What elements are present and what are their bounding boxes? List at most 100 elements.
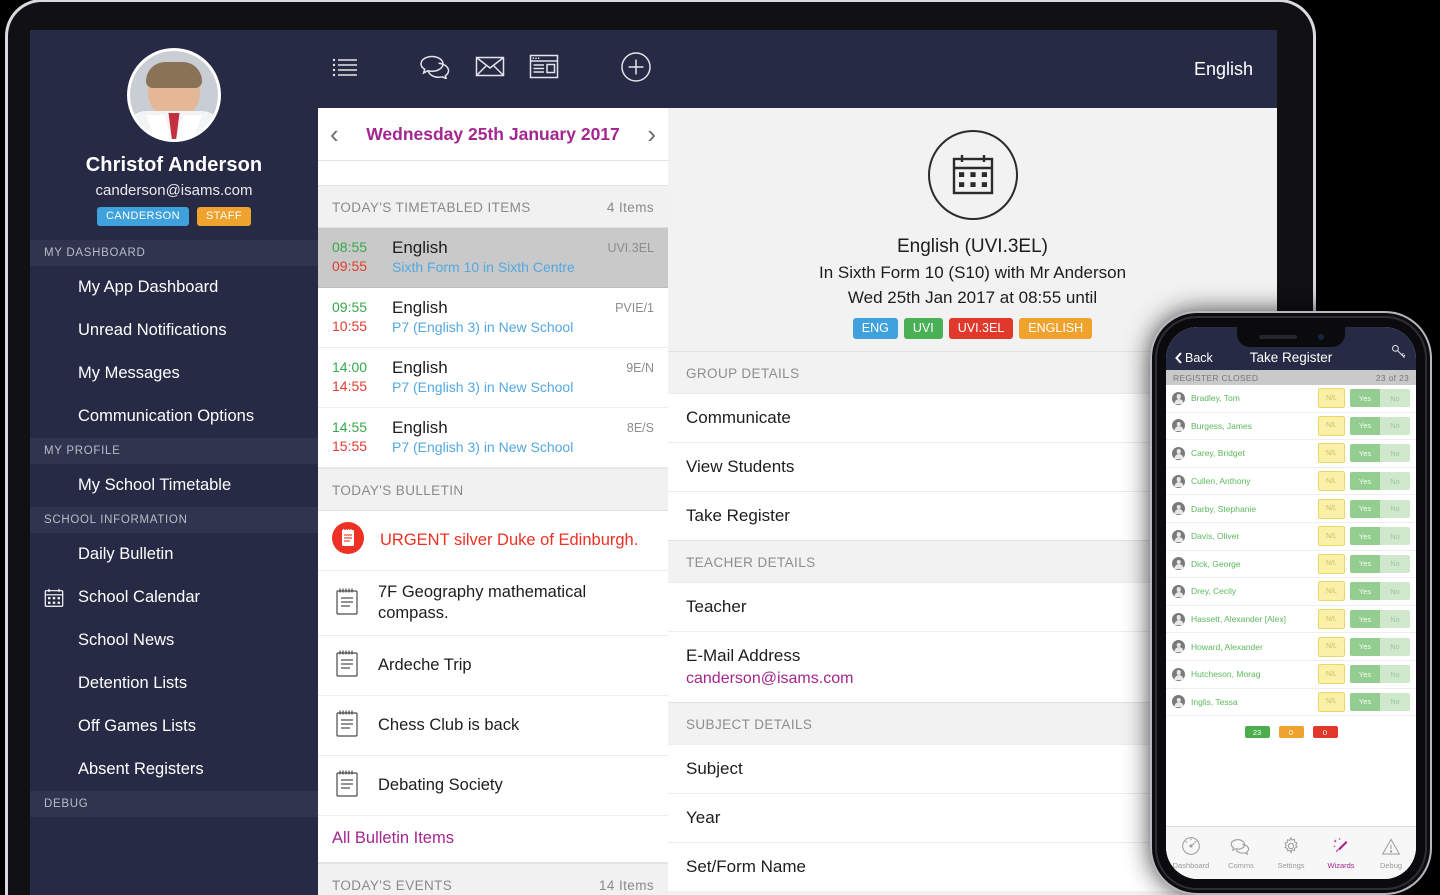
sidebar-item-label: Off Games Lists — [78, 717, 196, 735]
sidebar-item-absent-registers[interactable]: Absent Registers — [30, 748, 318, 791]
all-bulletin-items-link[interactable]: All Bulletin Items — [318, 816, 668, 863]
nl-button[interactable]: N/L — [1318, 664, 1345, 685]
tab-wizards[interactable]: Wizards — [1316, 836, 1366, 870]
tab-dashboard[interactable]: Dashboard — [1166, 836, 1216, 870]
register-row[interactable]: Darby, Stephanie N/L Yes No — [1166, 495, 1416, 523]
nl-button[interactable]: N/L — [1318, 498, 1345, 519]
no-button[interactable]: No — [1380, 582, 1410, 601]
register-row[interactable]: Davis, Oliver N/L Yes No — [1166, 523, 1416, 551]
no-button[interactable]: No — [1380, 610, 1410, 629]
nl-button[interactable]: N/L — [1318, 471, 1345, 492]
yes-button[interactable]: Yes — [1350, 499, 1380, 518]
tally-present: 23 — [1244, 726, 1270, 739]
register-row[interactable]: Inglis, Tessa N/L Yes No — [1166, 689, 1416, 717]
avatar-icon — [1172, 419, 1185, 433]
tab-debug[interactable]: Debug — [1366, 837, 1416, 870]
next-day-button[interactable]: › — [647, 121, 656, 147]
student-name: Howard, Alexander — [1191, 641, 1263, 652]
yes-button[interactable]: Yes — [1350, 692, 1380, 711]
sidebar-item-my-school-timetable[interactable]: My School Timetable — [30, 464, 318, 507]
gear-icon — [1284, 836, 1298, 854]
mail-icon[interactable] — [475, 55, 505, 83]
sidebar-item-unread-notifications[interactable]: Unread Notifications — [30, 309, 318, 352]
bulletin-row[interactable]: Debating Society — [318, 756, 668, 816]
timetable-times: 14:55 15:55 — [332, 418, 378, 456]
yes-button[interactable]: Yes — [1350, 610, 1380, 629]
no-button[interactable]: No — [1380, 472, 1410, 491]
nl-button[interactable]: N/L — [1318, 691, 1345, 712]
back-button[interactable]: Back — [1175, 351, 1213, 365]
register-row[interactable]: Hutcheson, Morag N/L Yes No — [1166, 661, 1416, 689]
student-name: Cullen, Anthony — [1191, 476, 1251, 487]
list-icon[interactable] — [332, 57, 358, 82]
nl-button[interactable]: N/L — [1318, 526, 1345, 547]
register-row[interactable]: Bradley, Tom N/L Yes No — [1166, 385, 1416, 413]
avatar-icon — [1172, 446, 1185, 460]
nl-button[interactable]: N/L — [1318, 553, 1345, 574]
no-button[interactable]: No — [1380, 444, 1410, 463]
chat-icon[interactable] — [419, 54, 451, 84]
no-button[interactable]: No — [1380, 692, 1410, 711]
yes-button[interactable]: Yes — [1350, 637, 1380, 656]
bulletin-row[interactable]: 7F Geography mathematical compass. — [318, 571, 668, 636]
events-header-label: TODAY'S EVENTS — [332, 878, 453, 893]
no-button[interactable]: No — [1380, 389, 1410, 408]
sidebar-item-detention-lists[interactable]: Detention Lists — [30, 662, 318, 705]
yes-button[interactable]: Yes — [1350, 472, 1380, 491]
register-row[interactable]: Drey, Cecily N/L Yes No — [1166, 578, 1416, 606]
tab-settings[interactable]: Settings — [1266, 836, 1316, 870]
no-button[interactable]: No — [1380, 637, 1410, 656]
nl-button[interactable]: N/L — [1318, 443, 1345, 464]
avatar-icon — [1172, 612, 1185, 626]
nl-button[interactable]: N/L — [1318, 581, 1345, 602]
register-row[interactable]: Dick, George N/L Yes No — [1166, 551, 1416, 579]
tab-comms[interactable]: Comms — [1216, 837, 1266, 870]
yes-button[interactable]: Yes — [1350, 416, 1380, 435]
key-icon[interactable] — [1391, 344, 1407, 365]
nl-button[interactable]: N/L — [1318, 415, 1345, 436]
bulletin-text: Chess Club is back — [378, 716, 520, 734]
sidebar-item-communication-options[interactable]: Communication Options — [30, 395, 318, 438]
nl-button[interactable]: N/L — [1318, 609, 1345, 630]
sidebar-item-school-news[interactable]: School News — [30, 619, 318, 662]
bulletin-row[interactable]: Chess Club is back — [318, 696, 668, 756]
register-row[interactable]: Burgess, James N/L Yes No — [1166, 413, 1416, 441]
no-button[interactable]: No — [1380, 527, 1410, 546]
no-button[interactable]: No — [1380, 416, 1410, 435]
no-button[interactable]: No — [1380, 499, 1410, 518]
detail-hero-line3: Wed 25th Jan 2017 at 08:55 until — [847, 288, 1098, 307]
yes-button[interactable]: Yes — [1350, 527, 1380, 546]
news-icon[interactable] — [529, 54, 559, 84]
no-button[interactable]: No — [1380, 665, 1410, 684]
yes-button[interactable]: Yes — [1350, 582, 1380, 601]
timetable-row[interactable]: 14:00 14:55 English P7 (English 3) in Ne… — [318, 348, 668, 408]
nl-button[interactable]: N/L — [1318, 636, 1345, 657]
timetable-row[interactable]: 08:55 09:55 English Sixth Form 10 in Six… — [318, 228, 668, 288]
yes-button[interactable]: Yes — [1350, 389, 1380, 408]
events-section-header: TODAY'S EVENTS 14 Items — [318, 863, 668, 895]
timetable-row[interactable]: 09:55 10:55 English P7 (English 3) in Ne… — [318, 288, 668, 348]
nl-button[interactable]: N/L — [1318, 388, 1345, 409]
register-row[interactable]: Howard, Alexander N/L Yes No — [1166, 633, 1416, 661]
sidebar-item-school-calendar[interactable]: School Calendar — [30, 576, 318, 619]
add-icon[interactable] — [620, 51, 652, 88]
register-row[interactable]: Hassett, Alexander [Alex] N/L Yes No — [1166, 606, 1416, 634]
sidebar-item-my-app-dashboard[interactable]: My App Dashboard — [30, 266, 318, 309]
timetable-row[interactable]: 14:55 15:55 English P7 (English 3) in Ne… — [318, 408, 668, 468]
student-name: Darby, Stephanie — [1191, 503, 1257, 514]
tally-late: 0 — [1278, 726, 1304, 739]
sidebar-item-off-games-lists[interactable]: Off Games Lists — [30, 705, 318, 748]
no-button[interactable]: No — [1380, 554, 1410, 573]
yes-button[interactable]: Yes — [1350, 554, 1380, 573]
bulletin-urgent-icon — [332, 522, 364, 559]
yes-button[interactable]: Yes — [1350, 444, 1380, 463]
register-row[interactable]: Carey, Bridget N/L Yes No — [1166, 440, 1416, 468]
bulletin-row[interactable]: URGENT silver Duke of Edinburgh. — [318, 511, 668, 571]
prev-day-button[interactable]: ‹ — [330, 121, 339, 147]
bulletin-row[interactable]: Ardeche Trip — [318, 636, 668, 696]
yes-button[interactable]: Yes — [1350, 665, 1380, 684]
avatar — [127, 48, 221, 142]
register-row[interactable]: Cullen, Anthony N/L Yes No — [1166, 468, 1416, 496]
sidebar-item-my-messages[interactable]: My Messages — [30, 352, 318, 395]
sidebar-item-daily-bulletin[interactable]: Daily Bulletin — [30, 533, 318, 576]
